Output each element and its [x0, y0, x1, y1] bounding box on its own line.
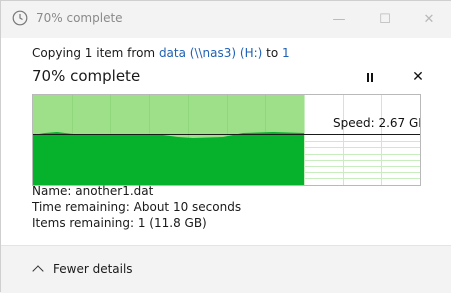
progress-status-text: 70% complete: [32, 67, 141, 85]
destination-link[interactable]: 1: [282, 46, 290, 60]
progress-content: Copying 1 item from data (\\nas3) (H:) t…: [1, 38, 451, 245]
pause-icon: [367, 72, 369, 82]
title-bar[interactable]: 70% complete — ☐ ✕: [1, 1, 451, 38]
copy-progress-window: 70% complete — ☐ ✕ Copying 1 item from d…: [0, 0, 451, 293]
time-label: Time remaining:: [32, 200, 130, 214]
fewer-details-label: Fewer details: [53, 262, 133, 276]
pause-button[interactable]: [360, 68, 380, 86]
items-label: Items remaining:: [32, 216, 135, 230]
source-link[interactable]: data (\\nas3) (H:): [159, 46, 262, 60]
items-value: 1 (11.8 GB): [137, 216, 207, 230]
copy-prefix: Copying 1 item from: [32, 46, 159, 60]
details-section: Name: another1.dat Time remaining: About…: [32, 183, 241, 231]
close-window-button[interactable]: ✕: [406, 1, 451, 37]
time-value: About 10 seconds: [133, 200, 242, 214]
name-value: another1.dat: [75, 184, 154, 198]
name-label: Name:: [32, 184, 72, 198]
copy-description: Copying 1 item from data (\\nas3) (H:) t…: [32, 46, 290, 60]
copy-middle: to: [262, 46, 283, 60]
footer: Fewer details: [1, 245, 451, 293]
minimize-button[interactable]: —: [316, 1, 362, 37]
window-title: 70% complete: [36, 11, 123, 25]
cancel-copy-button[interactable]: ✕: [408, 67, 428, 87]
pause-icon-bar: [371, 72, 373, 82]
maximize-button[interactable]: ☐: [362, 1, 408, 37]
speed-graph: Speed: 2.67 GB/s: [32, 94, 421, 186]
detail-name-row: Name: another1.dat: [32, 183, 241, 199]
clock-icon: [12, 10, 28, 26]
speed-graph-canvas: [33, 95, 420, 185]
chevron-up-icon: [32, 265, 44, 277]
speed-label: Speed: 2.67 GB/s: [333, 116, 420, 130]
detail-items-row: Items remaining: 1 (11.8 GB): [32, 215, 241, 231]
speed-area: [33, 132, 304, 185]
fewer-details-toggle[interactable]: Fewer details: [32, 262, 133, 277]
detail-time-row: Time remaining: About 10 seconds: [32, 199, 241, 215]
